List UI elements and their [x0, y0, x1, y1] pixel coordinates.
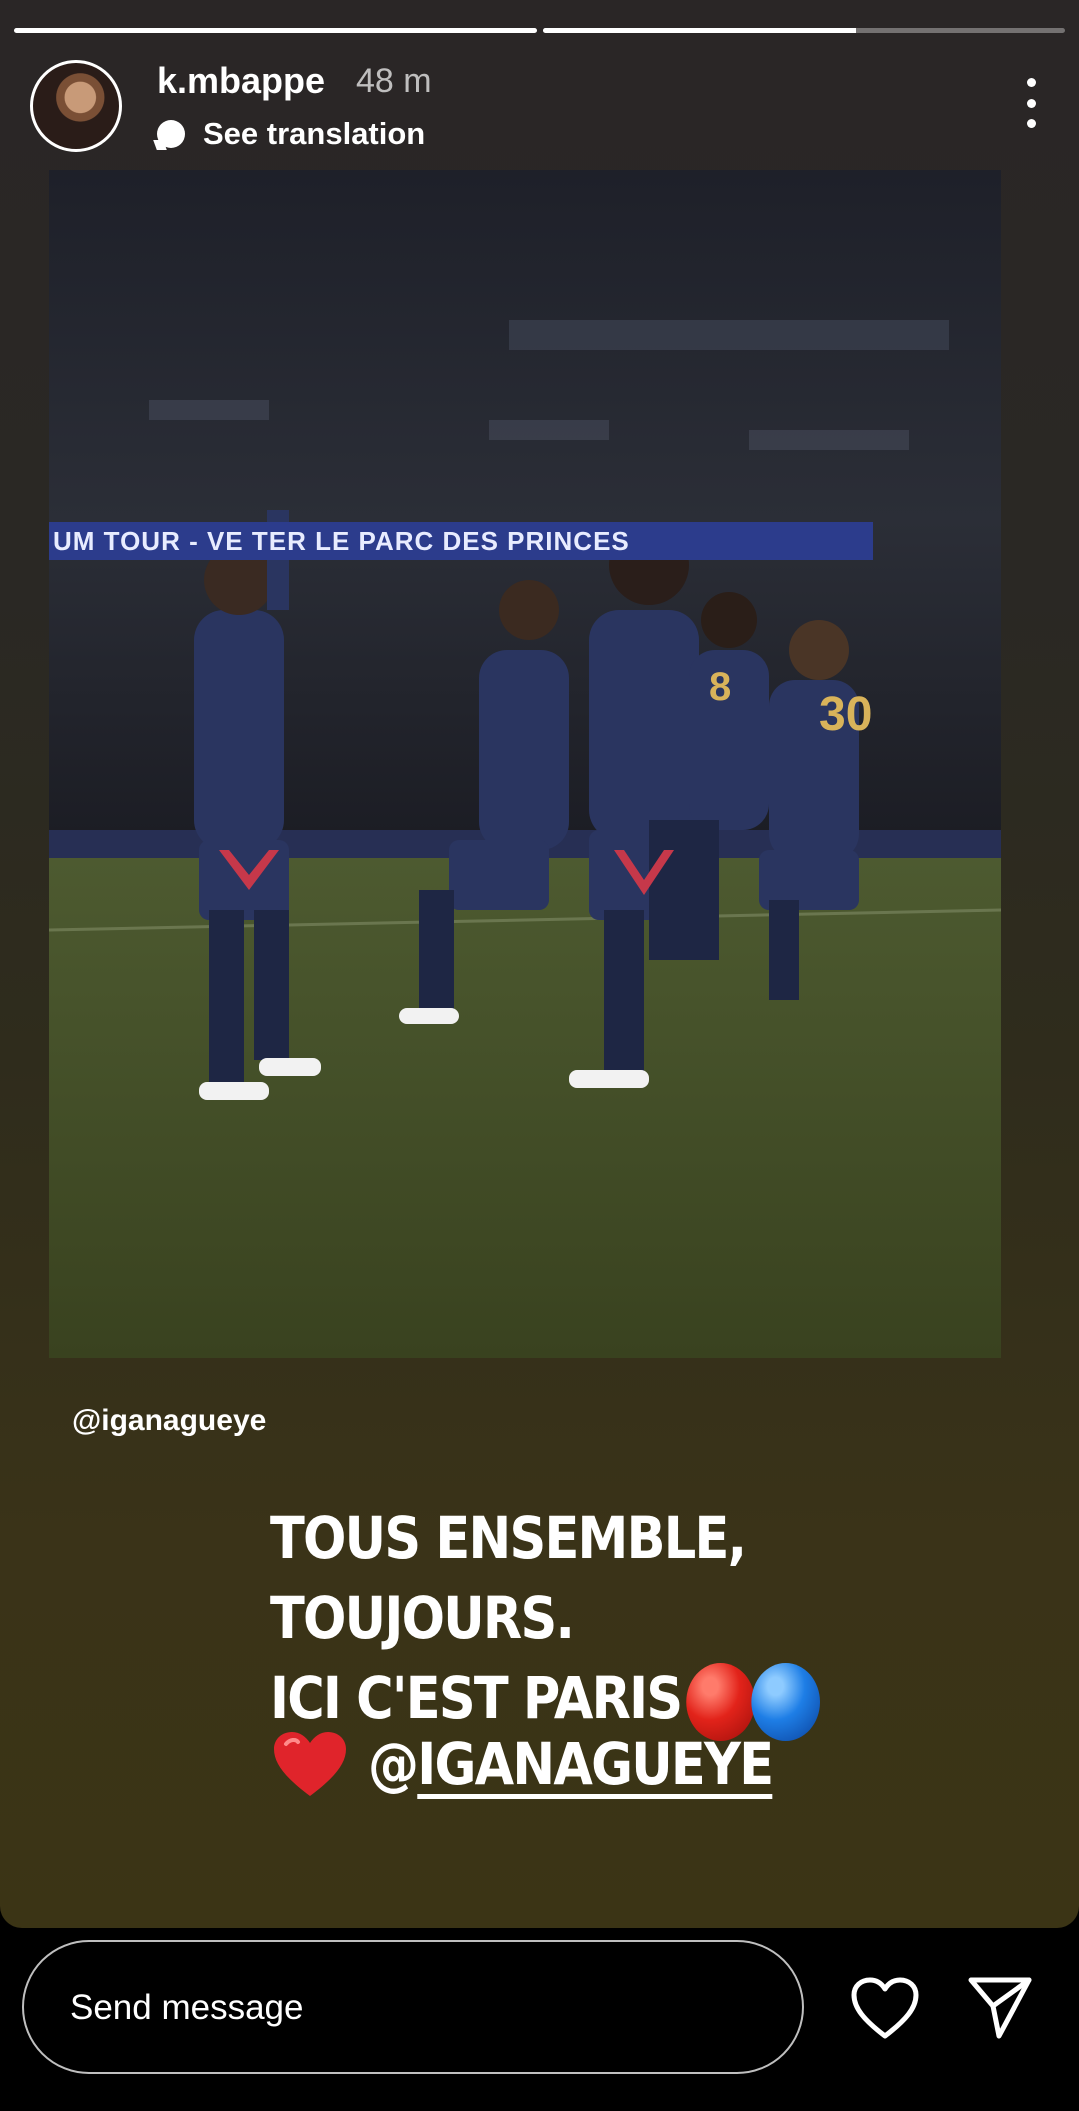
- caption-mention: @IGANAGUEYE: [272, 1730, 827, 1798]
- mention-tag[interactable]: @iganagueye: [72, 1404, 266, 1438]
- progress-segment: [542, 28, 1065, 33]
- story-photo: 30 8 UM TOUR - VE TER LE PARC DES PRINCE…: [49, 170, 1001, 1358]
- caption-line-2-text: ICI C'EST PARIS: [270, 1664, 683, 1732]
- story-caption: TOUS ENSEMBLE, TOUJOURS. ICI C'EST PARIS: [270, 1498, 965, 1741]
- username[interactable]: k.mbappe: [157, 60, 325, 102]
- red-heart-icon: [274, 1732, 346, 1796]
- mention-name: IGANAGUEYE: [417, 1730, 774, 1798]
- caption-line-2: ICI C'EST PARIS: [270, 1658, 965, 1741]
- post-time: 48 m: [356, 62, 432, 100]
- mention-link[interactable]: @IGANAGUEYE: [368, 1730, 774, 1798]
- svg-text:30: 30: [819, 688, 872, 741]
- progress-fill: [542, 28, 856, 33]
- caption-line-1: TOUS ENSEMBLE, TOUJOURS.: [270, 1504, 747, 1652]
- avatar[interactable]: [30, 60, 122, 152]
- story-container[interactable]: k.mbappe 48 m See translation 30 8 UM TO…: [0, 0, 1079, 1928]
- progress-fill: [14, 28, 537, 33]
- stadium-scene: 30 8: [49, 170, 1001, 1358]
- translate-icon: [157, 120, 185, 148]
- story-header: k.mbappe 48 m See translation: [30, 58, 1049, 158]
- see-translation[interactable]: See translation: [157, 116, 425, 152]
- story-progress: [14, 28, 1065, 33]
- mention-at: @: [368, 1730, 419, 1798]
- send-message-input[interactable]: [68, 1942, 752, 2074]
- more-icon[interactable]: [1025, 78, 1037, 128]
- stadium-banner: UM TOUR - VE TER LE PARC DES PRINCES: [49, 522, 873, 560]
- heart-icon[interactable]: [850, 1976, 920, 2040]
- see-translation-label: See translation: [203, 116, 426, 151]
- svg-text:8: 8: [709, 665, 731, 709]
- progress-segment: [14, 28, 537, 33]
- send-icon[interactable]: [965, 1972, 1035, 2042]
- message-input-wrapper[interactable]: [22, 1940, 804, 2074]
